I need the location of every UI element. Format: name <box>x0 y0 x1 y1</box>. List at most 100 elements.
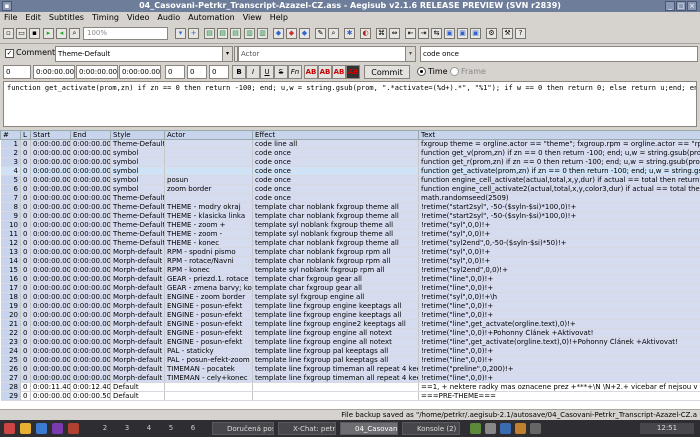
frame-radio[interactable] <box>450 67 459 76</box>
table-row[interactable]: 4 0 0:00:00.00 0:00:00.00 symbol code once fun… <box>0 166 700 176</box>
table-row[interactable]: 11 0 0:00:00.00 0:00:00.00 Theme-Default THEM… <box>0 229 700 239</box>
start-menu-icon[interactable] <box>4 423 15 434</box>
open-audio-icon[interactable]: ◂ <box>56 28 67 39</box>
task-xchat[interactable]: X-Chat: petrkr @ <box>278 422 336 435</box>
underline-button[interactable]: U <box>260 65 274 79</box>
menu-audio[interactable]: Audio <box>153 12 184 24</box>
menu-automation[interactable]: Automation <box>184 12 239 24</box>
fonts-icon[interactable]: ▤ <box>230 28 241 39</box>
table-row[interactable]: 2 0 0:00:00.00 0:00:00.00 symbol code once fun… <box>0 148 700 158</box>
find-icon[interactable]: ⌕ <box>328 28 339 39</box>
header-effect[interactable]: Effect <box>252 130 419 140</box>
menu-video[interactable]: Video <box>123 12 153 24</box>
header-actor[interactable]: Actor <box>164 130 253 140</box>
options-icon[interactable]: ⚙ <box>486 28 497 39</box>
close-icon[interactable]: × <box>687 1 697 11</box>
open-file-icon[interactable]: ▭ <box>16 28 27 39</box>
tray-update-icon[interactable] <box>515 423 526 434</box>
properties-icon[interactable]: ▤ <box>204 28 215 39</box>
table-row[interactable]: 21 0 0:00:00.00 0:00:00.00 Morph-default ENGI… <box>0 319 700 329</box>
video-detail-icon[interactable]: ▣ <box>444 28 455 39</box>
tray-audio-icon[interactable] <box>500 423 511 434</box>
duration-field[interactable]: 0:00:00.00 <box>119 65 161 79</box>
table-row[interactable]: 3 0 0:00:00.00 0:00:00.00 symbol code once fun… <box>0 157 700 167</box>
italic-button[interactable]: I <box>246 65 260 79</box>
automation-icon[interactable]: ⌘ <box>376 28 387 39</box>
zoom-in-icon[interactable]: + <box>188 28 199 39</box>
header-end[interactable]: End <box>70 130 111 140</box>
actor-select[interactable]: Actor ▾ <box>238 46 416 62</box>
workspace-4[interactable]: 4 <box>142 422 156 435</box>
table-row[interactable]: 19 0 0:00:00.00 0:00:00.00 Morph-default ENGI… <box>0 301 700 311</box>
table-row[interactable]: 17 0 0:00:00.00 0:00:00.00 Morph-default GEAR… <box>0 283 700 293</box>
table-row[interactable]: 18 0 0:00:00.00 0:00:00.00 Morph-default ENGI… <box>0 292 700 302</box>
margin-vertical-field[interactable]: 0 <box>209 65 229 79</box>
table-row[interactable]: 24 0 0:00:00.00 0:00:00.00 Morph-default PAL … <box>0 346 700 356</box>
mail-icon[interactable] <box>68 423 79 434</box>
table-row[interactable]: 9 0 0:00:00.00 0:00:00.00 Theme-Default THEME… <box>0 211 700 221</box>
outline-color-button[interactable]: AB <box>332 65 346 79</box>
browser-icon[interactable] <box>36 423 47 434</box>
table-row[interactable]: 13 0 0:00:00.00 0:00:00.00 Morph-default RPM … <box>0 247 700 257</box>
margin-left-field[interactable]: 0 <box>165 65 185 79</box>
styling-assistant-icon[interactable]: ▥ <box>257 28 268 39</box>
tools-icon[interactable]: ⚒ <box>502 28 513 39</box>
table-row[interactable]: 1 0 0:00:00.00 0:00:00.00 Theme-Default code … <box>0 139 700 149</box>
resample-icon[interactable]: ◆ <box>286 28 297 39</box>
menu-edit[interactable]: Edit <box>21 12 45 24</box>
table-row[interactable]: 7 0 0:00:00.00 0:00:00.00 Theme-Default code … <box>0 193 700 203</box>
effect-field[interactable]: code once <box>420 46 698 62</box>
launcher-icon[interactable] <box>20 423 31 434</box>
table-row[interactable]: 8 0 0:00:00.00 0:00:00.00 Theme-Default THEME… <box>0 202 700 212</box>
tray-clipboard-icon[interactable] <box>485 423 496 434</box>
table-row[interactable]: 15 0 0:00:00.00 0:00:00.00 Morph-default RPM … <box>0 265 700 275</box>
menu-view[interactable]: View <box>239 12 266 24</box>
style-manager-icon[interactable]: ▥ <box>244 28 255 39</box>
subtitle-text-editor[interactable]: function get_activate(prom,zn) if zn == … <box>3 81 697 127</box>
table-row[interactable]: 23 0 0:00:00.00 0:00:00.00 Morph-default ENGI… <box>0 337 700 347</box>
menu-help[interactable]: Help <box>266 12 292 24</box>
zoom-select[interactable]: 100% <box>83 27 168 40</box>
header-layer[interactable]: L <box>20 130 31 140</box>
save-icon[interactable]: ▪ <box>29 28 40 39</box>
header-start[interactable]: Start <box>30 130 71 140</box>
menu-timing[interactable]: Timing <box>88 12 123 24</box>
minimize-icon[interactable]: _ <box>665 1 675 11</box>
jump-icon[interactable]: ▾ <box>175 28 186 39</box>
spellcheck-icon[interactable]: ◐ <box>360 28 371 39</box>
style-select[interactable]: Theme-Default ▾ <box>55 46 233 62</box>
timing-icon[interactable]: ⇥ <box>418 28 429 39</box>
clock[interactable]: 12:51 <box>640 423 694 434</box>
layer-spinner[interactable]: 0 <box>3 65 31 79</box>
table-row[interactable]: 5 0 0:00:00.00 0:00:00.00 symbol posun code on… <box>0 175 700 185</box>
menu-subtitles[interactable]: Subtitles <box>45 12 88 24</box>
open-video-icon[interactable]: ▸ <box>43 28 54 39</box>
workspace-6[interactable]: 6 <box>186 422 200 435</box>
workspace-5[interactable]: 5 <box>164 422 178 435</box>
task-mail[interactable]: Doručená pošta <box>212 422 274 435</box>
select-lines-icon[interactable]: ⇆ <box>431 28 442 39</box>
margin-right-field[interactable]: 0 <box>187 65 207 79</box>
subtitle-grid[interactable]: # L Start End Style Actor Effect Text 10… <box>0 130 700 409</box>
help-icon[interactable]: ? <box>515 28 526 39</box>
task-konsole[interactable]: Konsole (2) <box>402 422 460 435</box>
attachments-icon[interactable]: ▤ <box>217 28 228 39</box>
primary-color-button[interactable]: AB <box>304 65 318 79</box>
table-row[interactable]: 6 0 0:00:00.00 0:00:00.00 symbol zoom border c… <box>0 184 700 194</box>
table-row[interactable]: 27 0 0:00:00.00 0:00:00.00 Morph-default TIME… <box>0 373 700 383</box>
comment-checkbox[interactable]: ✓ <box>5 49 14 58</box>
header-style[interactable]: Style <box>110 130 165 140</box>
shift-times-icon[interactable]: ⇤ <box>405 28 416 39</box>
kanji-timer-icon[interactable]: ✎ <box>315 28 326 39</box>
end-time-field[interactable]: 0:00:00.00 <box>76 65 118 79</box>
workspace-2[interactable]: 2 <box>98 422 112 435</box>
timing-postprocessor-icon[interactable]: ◆ <box>299 28 310 39</box>
workspace-3[interactable]: 3 <box>120 422 134 435</box>
table-row[interactable]: 14 0 0:00:00.00 0:00:00.00 Morph-default RPM … <box>0 256 700 266</box>
tray-power-icon[interactable] <box>530 423 541 434</box>
header-text[interactable]: Text <box>418 130 700 140</box>
commit-button[interactable]: Commit <box>364 65 410 79</box>
menu-file[interactable]: File <box>0 12 21 24</box>
sort-icon[interactable]: ▣ <box>470 28 481 39</box>
shadow-color-button[interactable]: AB <box>346 65 360 79</box>
